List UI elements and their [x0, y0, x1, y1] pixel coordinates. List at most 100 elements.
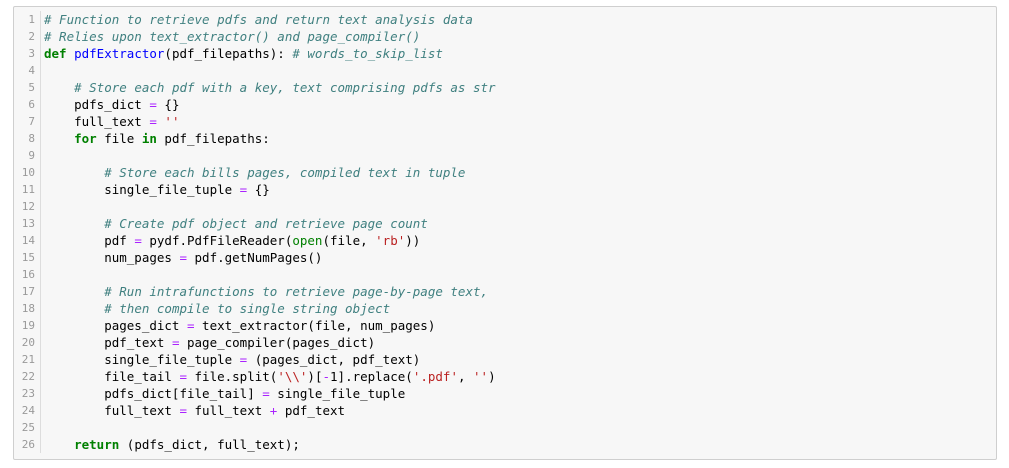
string-token: '.pdf'	[412, 369, 458, 384]
code-text: pdf_filepaths:	[156, 131, 270, 146]
code-line[interactable]: 23 pdfs_dict[file_tail] = single_file_tu…	[14, 385, 996, 402]
code-line[interactable]: 17 # Run intrafunctions to retrieve page…	[14, 283, 996, 300]
code-text: page_compiler(pages_dict)	[179, 335, 376, 350]
string-token: 'rb'	[375, 233, 406, 248]
code-line[interactable]: 9	[14, 147, 996, 164]
code-text: single_file_tuple = {}	[41, 181, 270, 198]
string-token: ''	[164, 114, 180, 129]
line-number: 10	[14, 164, 41, 181]
code-line[interactable]: 1 # Function to retrieve pdfs and return …	[14, 11, 996, 28]
code-line[interactable]: 8 for file in pdf_filepaths:	[14, 130, 996, 147]
code-text: (pdf_filepaths):	[164, 46, 293, 61]
code-line[interactable]: 7 full_text = ''	[14, 113, 996, 130]
code-line[interactable]: 13 # Create pdf object and retrieve page…	[14, 215, 996, 232]
code-text: single_file_tuple = (pages_dict, pdf_tex…	[41, 351, 420, 368]
comment-token: # Create pdf object and retrieve page co…	[104, 216, 428, 231]
code-text: for file in pdf_filepaths:	[41, 130, 270, 147]
code-text: {}	[247, 182, 270, 197]
code-text: full_text = ''	[41, 113, 179, 130]
code-text: text_extractor(file, num_pages)	[194, 318, 436, 333]
code-line[interactable]: 14 pdf = pydf.PdfFileReader(open(file, '…	[14, 232, 996, 249]
operator-token: =	[187, 318, 195, 333]
code-line[interactable]: 22 file_tail = file.split('\\')[-1].repl…	[14, 368, 996, 385]
line-number: 14	[14, 232, 41, 249]
code-line[interactable]: 26 return (pdfs_dict, full_text);	[14, 436, 996, 453]
code-line[interactable]: 25	[14, 419, 996, 436]
code-text: pages_dict = text_extractor(file, num_pa…	[41, 317, 435, 334]
code-line[interactable]: 4	[14, 62, 996, 79]
code-text: ,	[457, 369, 474, 384]
code-text: pdfs_dict = {}	[41, 96, 179, 113]
keyword-token: return	[74, 437, 120, 452]
comment-token: # Store each bills pages, compiled text …	[104, 165, 466, 180]
code-text: # then compile to single string object	[41, 300, 390, 317]
code-line[interactable]: 3 def pdfExtractor(pdf_filepaths): # word…	[14, 45, 996, 62]
code-text: pydf.PdfFileReader(	[141, 233, 293, 248]
string-token: '\\'	[277, 369, 308, 384]
code-line[interactable]: 12	[14, 198, 996, 215]
code-text: # Function to retrieve pdfs and return t…	[41, 11, 473, 28]
operator-token: =	[149, 97, 157, 112]
line-number: 22	[14, 368, 41, 385]
code-line[interactable]: 11 single_file_tuple = {}	[14, 181, 996, 198]
line-number: 7	[14, 113, 41, 130]
code-cell[interactable]: 1 # Function to retrieve pdfs and return …	[13, 6, 997, 460]
code-text: full_text	[44, 114, 150, 129]
code-line[interactable]: 2 # Relies upon text_extractor() and page…	[14, 28, 996, 45]
code-text: (pages_dict, pdf_text)	[247, 352, 421, 367]
code-line[interactable]: 5 # Store each pdf with a key, text comp…	[14, 79, 996, 96]
code-text: ))	[405, 233, 421, 248]
line-number: 1	[14, 11, 41, 28]
code-text: pdf.getNumPages()	[187, 250, 323, 265]
code-text: single_file_tuple	[44, 182, 240, 197]
code-text: pages_dict	[44, 318, 187, 333]
line-number: 8	[14, 130, 41, 147]
code-text: full_text	[187, 403, 270, 418]
code-line[interactable]: 16	[14, 266, 996, 283]
code-text: single_file_tuple	[269, 386, 406, 401]
line-number: 9	[14, 147, 41, 164]
operator-token: -	[322, 369, 331, 384]
code-text: file_tail = file.split('\\')[-1].replace…	[41, 368, 495, 385]
code-line[interactable]: 19 pages_dict = text_extractor(file, num…	[14, 317, 996, 334]
code-line[interactable]: 21 single_file_tuple = (pages_dict, pdf_…	[14, 351, 996, 368]
code-line[interactable]: 15 num_pages = pdf.getNumPages()	[14, 249, 996, 266]
code-text: (file,	[322, 233, 376, 248]
code-text: def pdfExtractor(pdf_filepaths): # words…	[41, 45, 443, 62]
code-text: # Store each bills pages, compiled text …	[41, 164, 465, 181]
code-text: num_pages = pdf.getNumPages()	[41, 249, 322, 266]
line-number: 21	[14, 351, 41, 368]
operator-token: =	[262, 386, 270, 401]
code-line[interactable]: 6 pdfs_dict = {}	[14, 96, 996, 113]
comment-token: # Function to retrieve pdfs and return t…	[44, 12, 473, 27]
code-editor[interactable]: 1 # Function to retrieve pdfs and return …	[14, 11, 996, 453]
line-number: 18	[14, 300, 41, 317]
code-text: pdf	[44, 233, 135, 248]
function-name-token: pdfExtractor	[74, 46, 165, 61]
operator-token: =	[179, 403, 187, 418]
code-line[interactable]: 20 pdf_text = page_compiler(pages_dict)	[14, 334, 996, 351]
code-text: (pdfs_dict, full_text);	[119, 437, 300, 452]
comment-token: # Store each pdf with a key, text compri…	[74, 80, 496, 95]
code-text: )[	[307, 369, 323, 384]
keyword-token: for	[74, 131, 97, 146]
code-text: file.split(	[187, 369, 278, 384]
code-line[interactable]: 18 # then compile to single string objec…	[14, 300, 996, 317]
line-number: 13	[14, 215, 41, 232]
line-number: 25	[14, 419, 41, 436]
code-line[interactable]: 10 # Store each bills pages, compiled te…	[14, 164, 996, 181]
line-number: 26	[14, 436, 41, 453]
code-text: full_text	[44, 403, 180, 418]
code-text: # Relies upon text_extractor() and page_…	[41, 28, 420, 45]
line-number: 12	[14, 198, 41, 215]
code-line[interactable]: 24 full_text = full_text + pdf_text	[14, 402, 996, 419]
keyword-token: in	[141, 131, 157, 146]
